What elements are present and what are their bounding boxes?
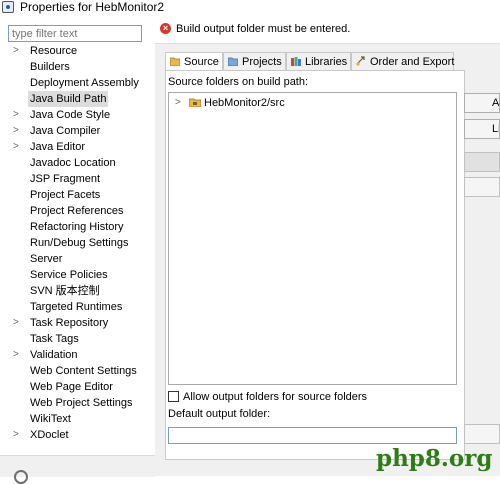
- tree-item-java-build-path[interactable]: Java Build Path: [0, 91, 155, 107]
- tree-item-label: Refactoring History: [30, 221, 124, 233]
- error-message: Build output folder must be entered.: [176, 23, 351, 35]
- error-icon: ×: [160, 23, 171, 34]
- tree-item-web-page-editor[interactable]: Web Page Editor: [0, 379, 155, 395]
- source-folder-icon: [170, 57, 180, 66]
- help-icon[interactable]: [14, 470, 28, 484]
- source-folder-label: HebMonitor2/src: [204, 97, 285, 109]
- tree-item-label: WikiText: [30, 413, 71, 425]
- tree-item-label: Java Code Style: [30, 109, 111, 121]
- tree-item-jsp-fragment[interactable]: JSP Fragment: [0, 171, 155, 187]
- chevron-right-icon[interactable]: >: [13, 347, 23, 363]
- tab-libraries[interactable]: Libraries: [286, 52, 351, 70]
- tree-item-label: Deployment Assembly: [30, 77, 139, 89]
- tab-label: Libraries: [305, 56, 348, 68]
- tree-item-label: Java Build Path: [28, 91, 109, 107]
- source-tab-content: Source folders on build path: > HebMonit…: [165, 70, 465, 460]
- left-pane: > Resource Builders Deployment Assembly J…: [0, 15, 156, 455]
- tree-item-label: Java Editor: [30, 141, 86, 153]
- tree-item-web-project-settings[interactable]: Web Project Settings: [0, 395, 155, 411]
- source-folders-label: Source folders on build path:: [168, 76, 309, 88]
- chevron-right-icon[interactable]: >: [13, 139, 23, 155]
- tree-item-label: Web Project Settings: [30, 397, 133, 409]
- add-folder-button[interactable]: Add Folder...: [464, 93, 500, 113]
- tree-item-project-references[interactable]: Project References: [0, 203, 155, 219]
- tree-item-server[interactable]: Server: [0, 251, 155, 267]
- link-source-label: Link Source...: [492, 123, 500, 135]
- tree-item-refactoring-history[interactable]: Refactoring History: [0, 219, 155, 235]
- order-export-icon: [356, 56, 365, 66]
- right-pane: × Build output folder must be entered. S…: [155, 15, 500, 476]
- tree-item-label: JSP Fragment: [30, 173, 101, 185]
- tree-item-task-tags[interactable]: Task Tags: [0, 331, 155, 347]
- add-folder-label: Add Folder...: [492, 97, 500, 109]
- tree-item-label: Resource: [30, 45, 78, 57]
- tab-label: Source: [184, 56, 219, 68]
- package-folder-icon: [189, 98, 201, 107]
- tree-item-task-repository[interactable]: > Task Repository: [0, 315, 155, 331]
- default-output-folder-input[interactable]: [168, 427, 457, 444]
- libraries-icon: [291, 57, 301, 66]
- chevron-right-icon[interactable]: >: [13, 107, 23, 123]
- tree-item-builders[interactable]: Builders: [0, 59, 155, 75]
- chevron-right-icon[interactable]: >: [175, 96, 181, 110]
- tree-item-label: Targeted Runtimes: [30, 301, 123, 313]
- tree-item-label: Task Tags: [30, 333, 79, 345]
- tree-item-xdoclet[interactable]: > XDoclet: [0, 427, 155, 443]
- tab-projects[interactable]: Projects: [223, 52, 286, 70]
- chevron-right-icon[interactable]: >: [13, 315, 23, 331]
- tree-item-wikitext[interactable]: WikiText: [0, 411, 155, 427]
- tab-label: Projects: [242, 56, 282, 68]
- link-source-button[interactable]: Link Source...: [464, 119, 500, 139]
- tree-item-targeted-runtimes[interactable]: Targeted Runtimes: [0, 299, 155, 315]
- tree-item-javadoc-location[interactable]: Javadoc Location: [0, 155, 155, 171]
- tree-item-resource[interactable]: > Resource: [0, 43, 155, 59]
- tree-item-service-policies[interactable]: Service Policies: [0, 267, 155, 283]
- tree-item-validation[interactable]: > Validation: [0, 347, 155, 363]
- edit-button[interactable]: [464, 152, 500, 172]
- tab-label: Order and Export: [370, 56, 455, 68]
- tree-item-label: Javadoc Location: [30, 157, 116, 169]
- tree-item-label: Service Policies: [30, 269, 108, 281]
- tree-item-java-code-style[interactable]: > Java Code Style: [0, 107, 155, 123]
- tree-item-java-compiler[interactable]: > Java Compiler: [0, 123, 155, 139]
- tree-item-label: Validation: [30, 349, 78, 361]
- tree-item-deployment-assembly[interactable]: Deployment Assembly: [0, 75, 155, 91]
- allow-output-folders-checkbox[interactable]: [168, 391, 179, 402]
- browse-button[interactable]: [464, 424, 500, 444]
- default-output-folder-label: Default output folder:: [168, 408, 271, 420]
- chevron-right-icon[interactable]: >: [13, 43, 23, 59]
- message-bar: × Build output folder must be entered.: [155, 15, 500, 44]
- tree-item-label: SVN 版本控制: [30, 285, 100, 297]
- tree-item-label: XDoclet: [30, 429, 69, 441]
- window-title: Properties for HebMonitor2: [20, 0, 165, 14]
- tree-item-label: Project References: [30, 205, 124, 217]
- tree-item-web-content-settings[interactable]: Web Content Settings: [0, 363, 155, 379]
- tree-item-label: Task Repository: [30, 317, 109, 329]
- dialog-footer: [0, 455, 155, 484]
- chevron-right-icon[interactable]: >: [13, 123, 23, 139]
- tree-item-label: Builders: [30, 61, 70, 73]
- tree-item-label: Server: [30, 253, 63, 265]
- tab-source[interactable]: Source: [165, 52, 223, 71]
- tree-item-label: Project Facets: [30, 189, 101, 201]
- tree-item-label: Java Compiler: [30, 125, 101, 137]
- tab-order-and-export[interactable]: Order and Export: [351, 52, 454, 70]
- tree-item-run-debug-settings[interactable]: Run/Debug Settings: [0, 235, 155, 251]
- chevron-right-icon[interactable]: >: [13, 427, 23, 443]
- allow-output-folders-label: Allow output folders for source folders: [183, 391, 368, 403]
- tree-item-java-editor[interactable]: > Java Editor: [0, 139, 155, 155]
- projects-icon: [228, 57, 238, 66]
- remove-button[interactable]: [464, 177, 500, 197]
- filter-input[interactable]: [8, 25, 142, 42]
- tree-item-label: Web Page Editor: [30, 381, 113, 393]
- tree-item-project-facets[interactable]: Project Facets: [0, 187, 155, 203]
- tree-item-label: Web Content Settings: [30, 365, 137, 377]
- title-bar: Properties for HebMonitor2: [0, 0, 500, 15]
- tree-item-svn[interactable]: SVN 版本控制: [0, 283, 155, 299]
- watermark: php8.org: [376, 445, 493, 472]
- tree-item-label: Run/Debug Settings: [30, 237, 129, 249]
- properties-icon: [2, 1, 14, 13]
- source-folders-list[interactable]: > HebMonitor2/src: [168, 92, 457, 385]
